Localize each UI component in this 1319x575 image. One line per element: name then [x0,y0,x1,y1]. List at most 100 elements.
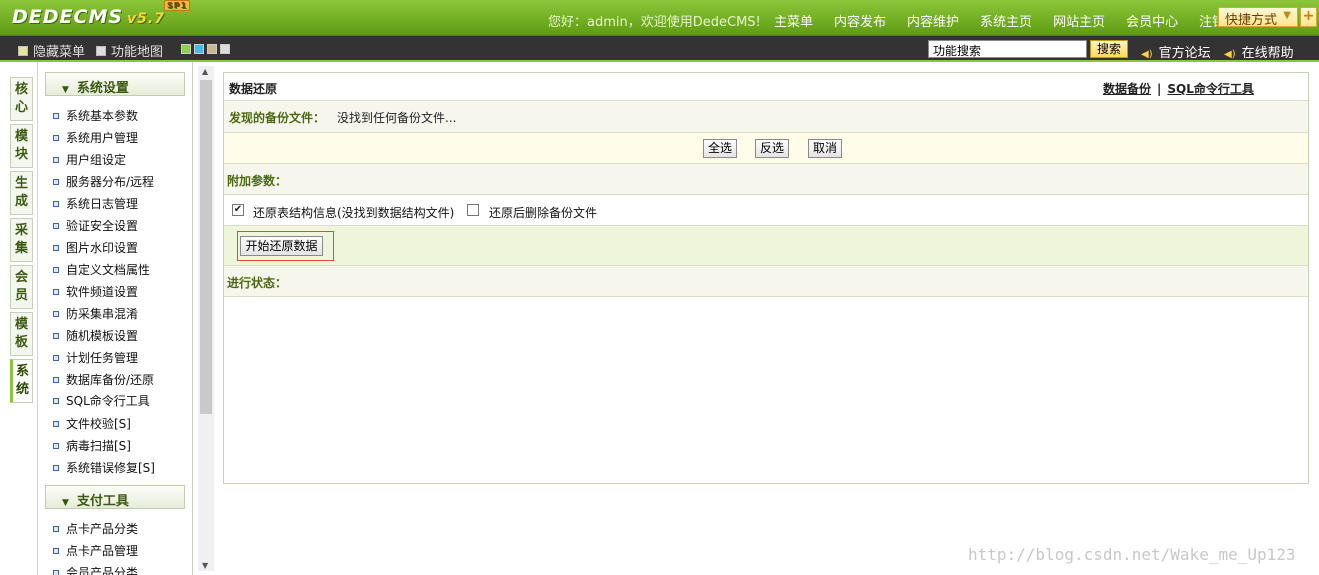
top-nav: 主菜单 内容发布 内容维护 系统主页 网站主页 会员中心 注销 [774,11,1246,30]
invert-select-button[interactable]: 反选 [755,139,789,158]
bullet-icon [53,156,59,163]
menu-item-sql-tool[interactable]: SQL命令行工具 [53,392,150,409]
found-backup-row: 发现的备份文件： 没找到任何备份文件... [224,101,1308,133]
start-button-highlight: 开始还原数据 [237,231,334,261]
vtab-generate[interactable]: 生成 [10,171,33,215]
menu-scrollbar[interactable]: ▲ ▼ [198,66,214,571]
menu-group-payment[interactable]: ▼ 支付工具 [45,485,185,509]
speaker-icon: ◀) [1224,49,1236,60]
menu-item-basic-params[interactable]: 系统基本参数 [53,107,138,124]
help-link[interactable]: ◀) 在线帮助 [1224,42,1294,61]
found-backup-label: 发现的备份文件： [229,111,326,125]
menu-item-virus-scan[interactable]: 病毒扫描[S] [53,437,131,454]
extra-params-row: 附加参数： [224,164,1308,195]
menu-item-member-product[interactable]: 会员产品分类 [53,564,138,575]
menu-item-db-backup[interactable]: 数据库备份/还原 [53,371,154,388]
bullet-icon [53,525,59,532]
page-title: 数据还原 [229,82,278,96]
chevron-down-icon: ▼ [1283,10,1291,21]
skin-swatch-gray[interactable] [220,44,230,54]
selection-buttons-row: 全选 反选 取消 [224,133,1308,164]
menu-item-security[interactable]: 验证安全设置 [53,217,138,234]
watermark-text: http://blog.csdn.net/Wake_me_Up123 [968,545,1296,564]
select-all-button[interactable]: 全选 [703,139,737,158]
bullet-icon [53,244,59,251]
bullet-icon [53,354,59,361]
nav-member-center[interactable]: 会员中心 [1126,11,1178,30]
top-header: DEDECMS v5.7 SP1 您好：admin，欢迎使用DedeCMS! 主菜… [0,0,1319,36]
action-row: 开始还原数据 [224,226,1308,266]
status-label: 进行状态： [227,276,288,290]
restore-structure-checkbox[interactable]: ✔ [232,204,244,216]
search-button[interactable]: 搜索 [1090,40,1128,58]
start-restore-button[interactable]: 开始还原数据 [240,236,323,256]
toolbar: 隐藏菜单 功能地图 功能搜索 搜索 ◀) 官方论坛 ◀) 在线帮助 [0,36,1319,62]
nav-content-publish[interactable]: 内容发布 [834,11,886,30]
bullet-icon [53,200,59,207]
menu-item-syslog[interactable]: 系统日志管理 [53,195,138,212]
sql-tool-link[interactable]: SQL命令行工具 [1167,82,1254,96]
bullet-icon [53,112,59,119]
menu-item-anti-collect[interactable]: 防采集串混淆 [53,305,138,322]
menu-item-watermark[interactable]: 图片水印设置 [53,239,138,256]
scrollbar-thumb[interactable] [200,80,212,414]
vtab-collect[interactable]: 采集 [10,218,33,262]
nav-main-menu[interactable]: 主菜单 [774,11,813,30]
scroll-up-icon[interactable]: ▲ [202,67,208,76]
add-shortcut-button[interactable]: + [1300,7,1317,27]
quick-shortcuts-dropdown[interactable]: 快捷方式 ▼ [1218,7,1298,28]
forum-link[interactable]: ◀) 官方论坛 [1141,42,1211,61]
bullet-icon [53,266,59,273]
collapse-triangle-icon: ▼ [62,498,69,508]
delete-after-restore-checkbox[interactable] [467,204,479,216]
cancel-select-button[interactable]: 取消 [808,139,842,158]
bullet-icon [53,332,59,339]
menu-item-random-template[interactable]: 随机模板设置 [53,327,138,344]
bullet-icon [53,442,59,449]
menu-item-card-category[interactable]: 点卡产品分类 [53,520,138,537]
sidebar-menu: ▼ 系统设置 系统基本参数 系统用户管理 用户组设定 服务器分布/远程 系统日志管… [38,62,193,575]
skin-swatch-blue[interactable] [194,44,204,54]
nav-content-maintain[interactable]: 内容维护 [907,11,959,30]
bullet-icon [53,547,59,554]
restore-structure-label: 还原表结构信息(没找到数据结构文件) [253,206,455,220]
nav-system-home[interactable]: 系统主页 [980,11,1032,30]
grid-icon [96,45,106,56]
bullet-icon [53,288,59,295]
skin-swatches [181,44,233,54]
menu-group-system-settings[interactable]: ▼ 系统设置 [45,72,185,96]
site-map-button[interactable]: 功能地图 [96,41,163,60]
skin-swatch-tan[interactable] [207,44,217,54]
menu-item-user-manage[interactable]: 系统用户管理 [53,129,138,146]
panel-title-row: 数据还原 数据备份 | SQL命令行工具 [224,73,1308,101]
menu-item-doc-attr[interactable]: 自定义文档属性 [53,261,150,278]
menu-item-card-manage[interactable]: 点卡产品管理 [53,542,138,559]
vtab-member[interactable]: 会员 [10,265,33,309]
menu-item-file-check[interactable]: 文件校验[S] [53,415,131,432]
menu-item-soft-channel[interactable]: 软件频道设置 [53,283,138,300]
menu-item-error-fix[interactable]: 系统错误修复[S] [53,459,155,476]
vtab-template[interactable]: 模板 [10,312,33,356]
options-row: ✔ 还原表结构信息(没找到数据结构文件) 还原后删除备份文件 [224,195,1308,226]
data-backup-link[interactable]: 数据备份 [1103,82,1151,96]
function-search-input[interactable]: 功能搜索 [928,40,1087,58]
menu-item-server[interactable]: 服务器分布/远程 [53,173,154,190]
restore-panel: 数据还原 数据备份 | SQL命令行工具 发现的备份文件： 没找到任何备份文件...… [223,72,1309,484]
hide-menu-button[interactable]: 隐藏菜单 [18,41,85,60]
skin-swatch-green[interactable] [181,44,191,54]
welcome-text: 您好：admin，欢迎使用DedeCMS! [548,15,761,30]
extra-params-label: 附加参数： [227,174,288,188]
vtab-system[interactable]: 系统 [10,359,33,403]
vtab-core[interactable]: 核心 [10,77,33,121]
delete-after-restore-label: 还原后删除备份文件 [489,206,598,220]
sp-badge: SP1 [164,0,191,11]
nav-site-home[interactable]: 网站主页 [1053,11,1105,30]
vtab-module[interactable]: 模块 [10,124,33,168]
status-row: 进行状态： [224,266,1308,297]
bullet-icon [53,397,59,404]
bullet-icon [53,222,59,229]
menu-item-cron[interactable]: 计划任务管理 [53,349,138,366]
menu-item-usergroup[interactable]: 用户组设定 [53,151,126,168]
scroll-down-icon[interactable]: ▼ [202,561,208,570]
bullet-icon [53,310,59,317]
